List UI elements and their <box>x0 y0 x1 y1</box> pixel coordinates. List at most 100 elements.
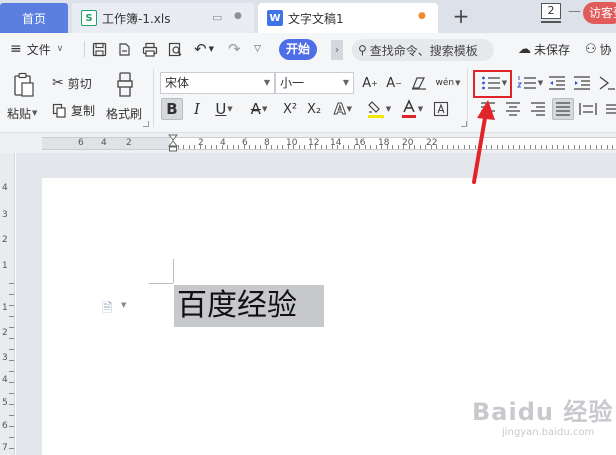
ruler-tick <box>387 145 388 149</box>
decrease-indent-icon[interactable] <box>546 72 568 94</box>
tab-home[interactable]: 首页 <box>0 3 68 33</box>
unsaved-dot-icon[interactable]: ● <box>418 11 426 21</box>
cut-button[interactable]: ✂ 剪切 <box>52 74 92 92</box>
collaborate-button[interactable]: ⚇ 协 <box>585 33 612 65</box>
ruler-tick <box>9 360 14 361</box>
horizontal-ruler[interactable]: 6 4 2 2 4 6 8 10 12 14 16 18 20 22 <box>42 137 616 150</box>
ruler-tick <box>205 145 206 149</box>
ruler-tick <box>9 338 14 339</box>
format-painter-icon[interactable] <box>112 70 138 100</box>
ruler-tick <box>403 145 404 149</box>
redo-icon[interactable]: ↷ <box>228 33 241 65</box>
chevron-down-icon: ▼ <box>346 105 352 113</box>
chevron-down-icon: ▼ <box>455 79 461 87</box>
clipboard-dialog-launcher[interactable] <box>143 121 149 127</box>
print-icon[interactable] <box>142 33 158 65</box>
ruler-label: 3 <box>2 210 8 220</box>
ruler-tick <box>601 145 602 149</box>
ruler-tick <box>590 145 591 149</box>
clear-format-icon[interactable] <box>408 72 430 94</box>
ribbon-more-icon[interactable]: › <box>331 40 343 60</box>
superscript-button[interactable]: X² <box>279 98 301 120</box>
visitor-login-button[interactable]: 访客登 <box>583 2 616 24</box>
export-pdf-icon[interactable] <box>117 33 132 65</box>
ruler-tick <box>238 145 239 149</box>
tab-dot-icon[interactable]: ● <box>234 11 242 21</box>
chevron-down-icon: ▼ <box>342 78 349 87</box>
ruler-tick <box>271 145 272 149</box>
search-icon: ⚲ <box>358 43 367 57</box>
ruler-label: 6 <box>2 421 8 431</box>
monitor-icon[interactable]: ▭ <box>212 11 222 24</box>
paste-icon[interactable] <box>10 71 38 99</box>
paragraph-layout-icon[interactable]: 🗎 <box>102 299 112 321</box>
ruler-tick <box>365 145 366 149</box>
command-search-box[interactable]: ⚲ 查找命令、搜索模板 <box>352 39 494 61</box>
format-painter-button[interactable]: 格式刷 <box>106 105 142 121</box>
text-direction-icon[interactable] <box>596 72 616 94</box>
tab-document[interactable]: W 文字文稿1 ● <box>258 3 438 33</box>
font-name-select[interactable]: 宋体 ▼ <box>160 72 275 94</box>
save-icon[interactable] <box>92 33 107 65</box>
tab-document-label: 文字文稿1 <box>288 11 344 26</box>
ruler-tick <box>9 448 14 449</box>
file-menu-button[interactable]: ≡ 文件 ∨ <box>10 33 63 65</box>
watermark-logo: Baidu 经验 <box>472 398 614 426</box>
ruler-tick <box>178 145 179 149</box>
subscript-button[interactable]: X₂ <box>303 98 325 120</box>
ruler-tick <box>524 145 525 149</box>
highlighter-icon <box>367 101 384 118</box>
quick-access-more-icon[interactable]: ▽ <box>254 33 261 65</box>
text-effect-button[interactable]: A ▼ <box>329 98 357 120</box>
font-name-value: 宋体 <box>165 76 190 90</box>
menu-bar: ≡ 文件 ∨ ↶ ▼ ↷ ▽ 开始 › ⚲ 查找命令、搜索模板 ☁ 未保存 ⚇ … <box>0 33 616 65</box>
distributed-align-icon[interactable] <box>577 98 599 120</box>
underline-icon: U <box>215 100 227 118</box>
ruler-tick <box>552 145 553 149</box>
ruler-tick <box>249 145 250 149</box>
ruler-tick <box>288 145 289 149</box>
ruler-tick <box>233 145 234 149</box>
new-tab-button[interactable]: + <box>450 5 472 29</box>
bold-button[interactable]: B <box>161 98 183 120</box>
tab-spreadsheet[interactable]: S 工作簿-1.xls ▭ ● <box>72 3 254 33</box>
tab-spreadsheet-label: 工作簿-1.xls <box>102 11 171 26</box>
strikethrough-button[interactable]: A ▼ <box>245 98 273 120</box>
chevron-down-icon[interactable]: ▼ <box>121 301 126 309</box>
shrink-font-icon[interactable]: A − <box>383 72 405 94</box>
ruler-label: 3 <box>2 353 8 363</box>
underline-button[interactable]: U ▼ <box>210 98 238 120</box>
highlight-button[interactable]: ▼ <box>364 98 394 120</box>
tab-start[interactable]: 开始 <box>279 39 317 60</box>
undo-button[interactable]: ↶ ▼ <box>194 33 214 65</box>
selected-document-text[interactable]: 百度经验 <box>174 285 324 327</box>
window-count-badge[interactable]: 2 <box>541 3 561 19</box>
ruler-label: 2 <box>2 328 8 338</box>
copy-button[interactable]: 复制 <box>52 101 95 119</box>
print-preview-icon[interactable] <box>168 33 183 65</box>
indent-marker-icon[interactable] <box>168 133 178 153</box>
font-color-button[interactable]: ▼ <box>397 98 427 120</box>
align-right-icon[interactable] <box>527 98 549 120</box>
chevron-down-icon: ▼ <box>537 79 544 87</box>
ruler-tick <box>337 145 338 149</box>
character-border-icon[interactable] <box>430 98 452 120</box>
phonetic-guide-button[interactable]: wén ▼ <box>434 72 462 94</box>
phonetic-guide-icon: wén <box>435 78 455 88</box>
ruler-tick <box>326 145 327 149</box>
font-size-select[interactable]: 小一 ▼ <box>275 72 354 94</box>
paste-button[interactable]: 粘贴 ▼ <box>7 105 37 121</box>
increase-indent-icon[interactable] <box>571 72 593 94</box>
numbering-button[interactable]: ▼ <box>515 72 545 94</box>
align-center-icon[interactable] <box>502 98 524 120</box>
italic-button[interactable]: I <box>186 98 208 120</box>
line-spacing-icon[interactable] <box>601 98 616 120</box>
tab-bar: 首页 S 工作簿-1.xls ▭ ● W 文字文稿1 ● + 2 — 访客登 <box>0 0 616 33</box>
ruler-tick <box>425 145 426 149</box>
ruler-tick <box>343 145 344 149</box>
grow-font-icon[interactable]: A + <box>359 72 381 94</box>
unsaved-status[interactable]: ☁ 未保存 <box>518 33 570 65</box>
minimize-icon[interactable]: — <box>568 4 581 19</box>
vertical-ruler[interactable]: 4 3 2 1 1 2 3 4 5 6 7 <box>0 153 15 455</box>
justify-icon[interactable] <box>552 98 574 120</box>
